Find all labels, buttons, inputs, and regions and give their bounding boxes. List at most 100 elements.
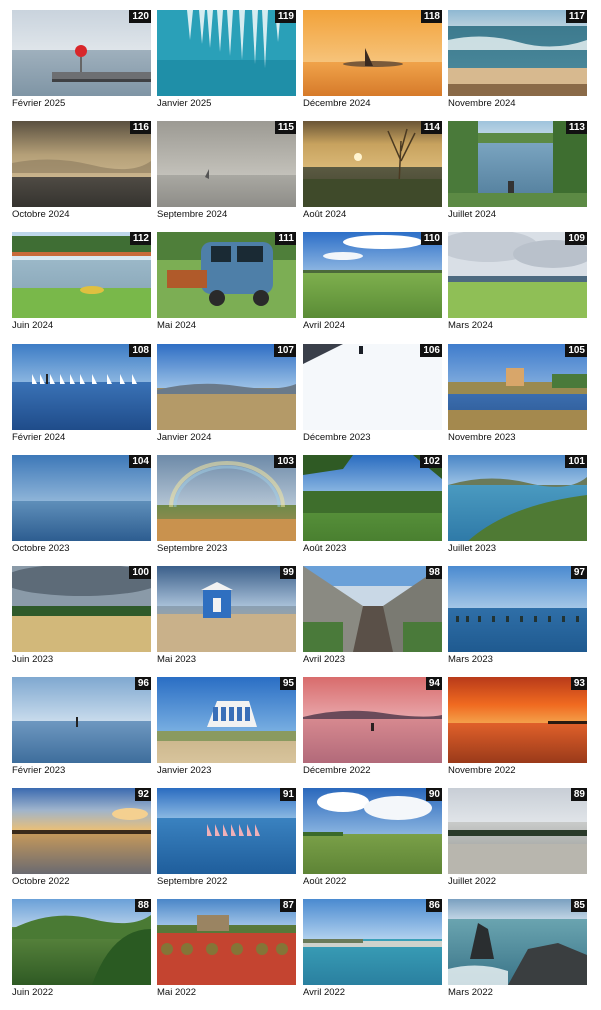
photo-thumbnail[interactable]: 113 xyxy=(448,121,587,207)
gallery-item[interactable]: 105 Novembre 2023 xyxy=(448,344,587,455)
photo-thumbnail[interactable]: 89 xyxy=(448,788,587,874)
gallery-item[interactable]: 87 Mai 2022 xyxy=(157,899,296,1010)
gallery-item[interactable]: 106 Décembre 2023 xyxy=(303,344,442,455)
gallery-item[interactable]: 95 Janvier 2023 xyxy=(157,677,296,788)
photo-thumbnail[interactable]: 87 xyxy=(157,899,296,985)
gallery-item[interactable]: 98 Avril 2023 xyxy=(303,566,442,677)
photo-thumbnail[interactable]: 109 xyxy=(448,232,587,318)
photo-number-badge: 112 xyxy=(129,232,151,245)
photo-thumbnail[interactable]: 95 xyxy=(157,677,296,763)
gallery-item[interactable]: 86 Avril 2022 xyxy=(303,899,442,1010)
photo-thumbnail[interactable]: 94 xyxy=(303,677,442,763)
photo-caption: Septembre 2023 xyxy=(157,543,228,554)
gallery-item[interactable]: 118 Décembre 2024 xyxy=(303,10,442,121)
photo-thumbnail[interactable]: 92 xyxy=(12,788,151,874)
photo-image xyxy=(448,677,587,763)
gallery-item[interactable]: 109 Mars 2024 xyxy=(448,232,587,343)
photo-thumbnail[interactable]: 90 xyxy=(303,788,442,874)
gallery-item[interactable]: 85 Mars 2022 xyxy=(448,899,587,1010)
gallery-item[interactable]: 110 Avril 2024 xyxy=(303,232,442,343)
gallery-item[interactable]: 97 Mars 2023 xyxy=(448,566,587,677)
photo-thumbnail[interactable]: 108 xyxy=(12,344,151,430)
photo-image xyxy=(303,677,442,763)
gallery-item[interactable]: 93 Novembre 2022 xyxy=(448,677,587,788)
photo-number-badge: 116 xyxy=(129,121,151,134)
gallery-item[interactable]: 115 Septembre 2024 xyxy=(157,121,296,232)
photo-number-badge: 89 xyxy=(570,788,587,801)
photo-caption: Octobre 2022 xyxy=(12,876,70,887)
gallery-item[interactable]: 101 Juillet 2023 xyxy=(448,455,587,566)
photo-number-badge: 91 xyxy=(279,788,296,801)
photo-thumbnail[interactable]: 105 xyxy=(448,344,587,430)
photo-caption: Mars 2024 xyxy=(448,320,493,331)
photo-thumbnail[interactable]: 106 xyxy=(303,344,442,430)
photo-caption: Mai 2023 xyxy=(157,654,197,665)
gallery-item[interactable]: 88 Juin 2022 xyxy=(12,899,151,1010)
photo-caption: Août 2024 xyxy=(303,209,347,220)
photo-image xyxy=(303,566,442,652)
photo-caption: Mars 2023 xyxy=(448,654,493,665)
photo-number-badge: 118 xyxy=(420,10,442,23)
gallery-item[interactable]: 113 Juillet 2024 xyxy=(448,121,587,232)
gallery-item[interactable]: 91 Septembre 2022 xyxy=(157,788,296,899)
gallery-item[interactable]: 120 Février 2025 xyxy=(12,10,151,121)
gallery-item[interactable]: 94 Décembre 2022 xyxy=(303,677,442,788)
gallery-item[interactable]: 116 Octobre 2024 xyxy=(12,121,151,232)
gallery-item[interactable]: 104 Octobre 2023 xyxy=(12,455,151,566)
photo-caption: Juin 2022 xyxy=(12,987,54,998)
photo-image xyxy=(12,788,151,874)
photo-thumbnail[interactable]: 114 xyxy=(303,121,442,207)
photo-thumbnail[interactable]: 107 xyxy=(157,344,296,430)
gallery-item[interactable]: 90 Août 2022 xyxy=(303,788,442,899)
photo-thumbnail[interactable]: 104 xyxy=(12,455,151,541)
photo-thumbnail[interactable]: 86 xyxy=(303,899,442,985)
gallery-item[interactable]: 102 Août 2023 xyxy=(303,455,442,566)
photo-thumbnail[interactable]: 102 xyxy=(303,455,442,541)
photo-thumbnail[interactable]: 100 xyxy=(12,566,151,652)
photo-thumbnail[interactable]: 99 xyxy=(157,566,296,652)
gallery-item[interactable]: 117 Novembre 2024 xyxy=(448,10,587,121)
photo-gallery: 120 Février 2025 119 Janvier 2025 118 Décembr… xyxy=(0,0,601,1000)
gallery-item[interactable]: 89 Juillet 2022 xyxy=(448,788,587,899)
gallery-item[interactable]: 99 Mai 2023 xyxy=(157,566,296,677)
photo-thumbnail[interactable]: 118 xyxy=(303,10,442,96)
gallery-item[interactable]: 108 Février 2024 xyxy=(12,344,151,455)
gallery-item[interactable]: 112 Juin 2024 xyxy=(12,232,151,343)
photo-thumbnail[interactable]: 112 xyxy=(12,232,151,318)
photo-thumbnail[interactable]: 110 xyxy=(303,232,442,318)
photo-thumbnail[interactable]: 116 xyxy=(12,121,151,207)
photo-thumbnail[interactable]: 115 xyxy=(157,121,296,207)
gallery-item[interactable]: 100 Juin 2023 xyxy=(12,566,151,677)
photo-caption: Novembre 2023 xyxy=(448,432,516,443)
photo-number-badge: 85 xyxy=(570,899,587,912)
photo-thumbnail[interactable]: 96 xyxy=(12,677,151,763)
photo-thumbnail[interactable]: 111 xyxy=(157,232,296,318)
gallery-item[interactable]: 103 Septembre 2023 xyxy=(157,455,296,566)
photo-number-badge: 108 xyxy=(129,344,151,357)
photo-caption: Décembre 2023 xyxy=(303,432,371,443)
photo-number-badge: 110 xyxy=(420,232,442,245)
photo-thumbnail[interactable]: 97 xyxy=(448,566,587,652)
photo-thumbnail[interactable]: 101 xyxy=(448,455,587,541)
photo-thumbnail[interactable]: 98 xyxy=(303,566,442,652)
photo-caption: Février 2023 xyxy=(12,765,66,776)
photo-thumbnail[interactable]: 85 xyxy=(448,899,587,985)
photo-caption: Janvier 2025 xyxy=(157,98,212,109)
photo-image xyxy=(157,899,296,985)
gallery-item[interactable]: 107 Janvier 2024 xyxy=(157,344,296,455)
gallery-item[interactable]: 111 Mai 2024 xyxy=(157,232,296,343)
photo-image xyxy=(448,566,587,652)
photo-thumbnail[interactable]: 93 xyxy=(448,677,587,763)
photo-thumbnail[interactable]: 91 xyxy=(157,788,296,874)
gallery-item[interactable]: 119 Janvier 2025 xyxy=(157,10,296,121)
gallery-item[interactable]: 92 Octobre 2022 xyxy=(12,788,151,899)
photo-thumbnail[interactable]: 119 xyxy=(157,10,296,96)
photo-number-badge: 119 xyxy=(274,10,296,23)
gallery-item[interactable]: 114 Août 2024 xyxy=(303,121,442,232)
gallery-item[interactable]: 96 Février 2023 xyxy=(12,677,151,788)
photo-number-badge: 86 xyxy=(425,899,442,912)
photo-thumbnail[interactable]: 88 xyxy=(12,899,151,985)
photo-thumbnail[interactable]: 103 xyxy=(157,455,296,541)
photo-thumbnail[interactable]: 117 xyxy=(448,10,587,96)
photo-thumbnail[interactable]: 120 xyxy=(12,10,151,96)
